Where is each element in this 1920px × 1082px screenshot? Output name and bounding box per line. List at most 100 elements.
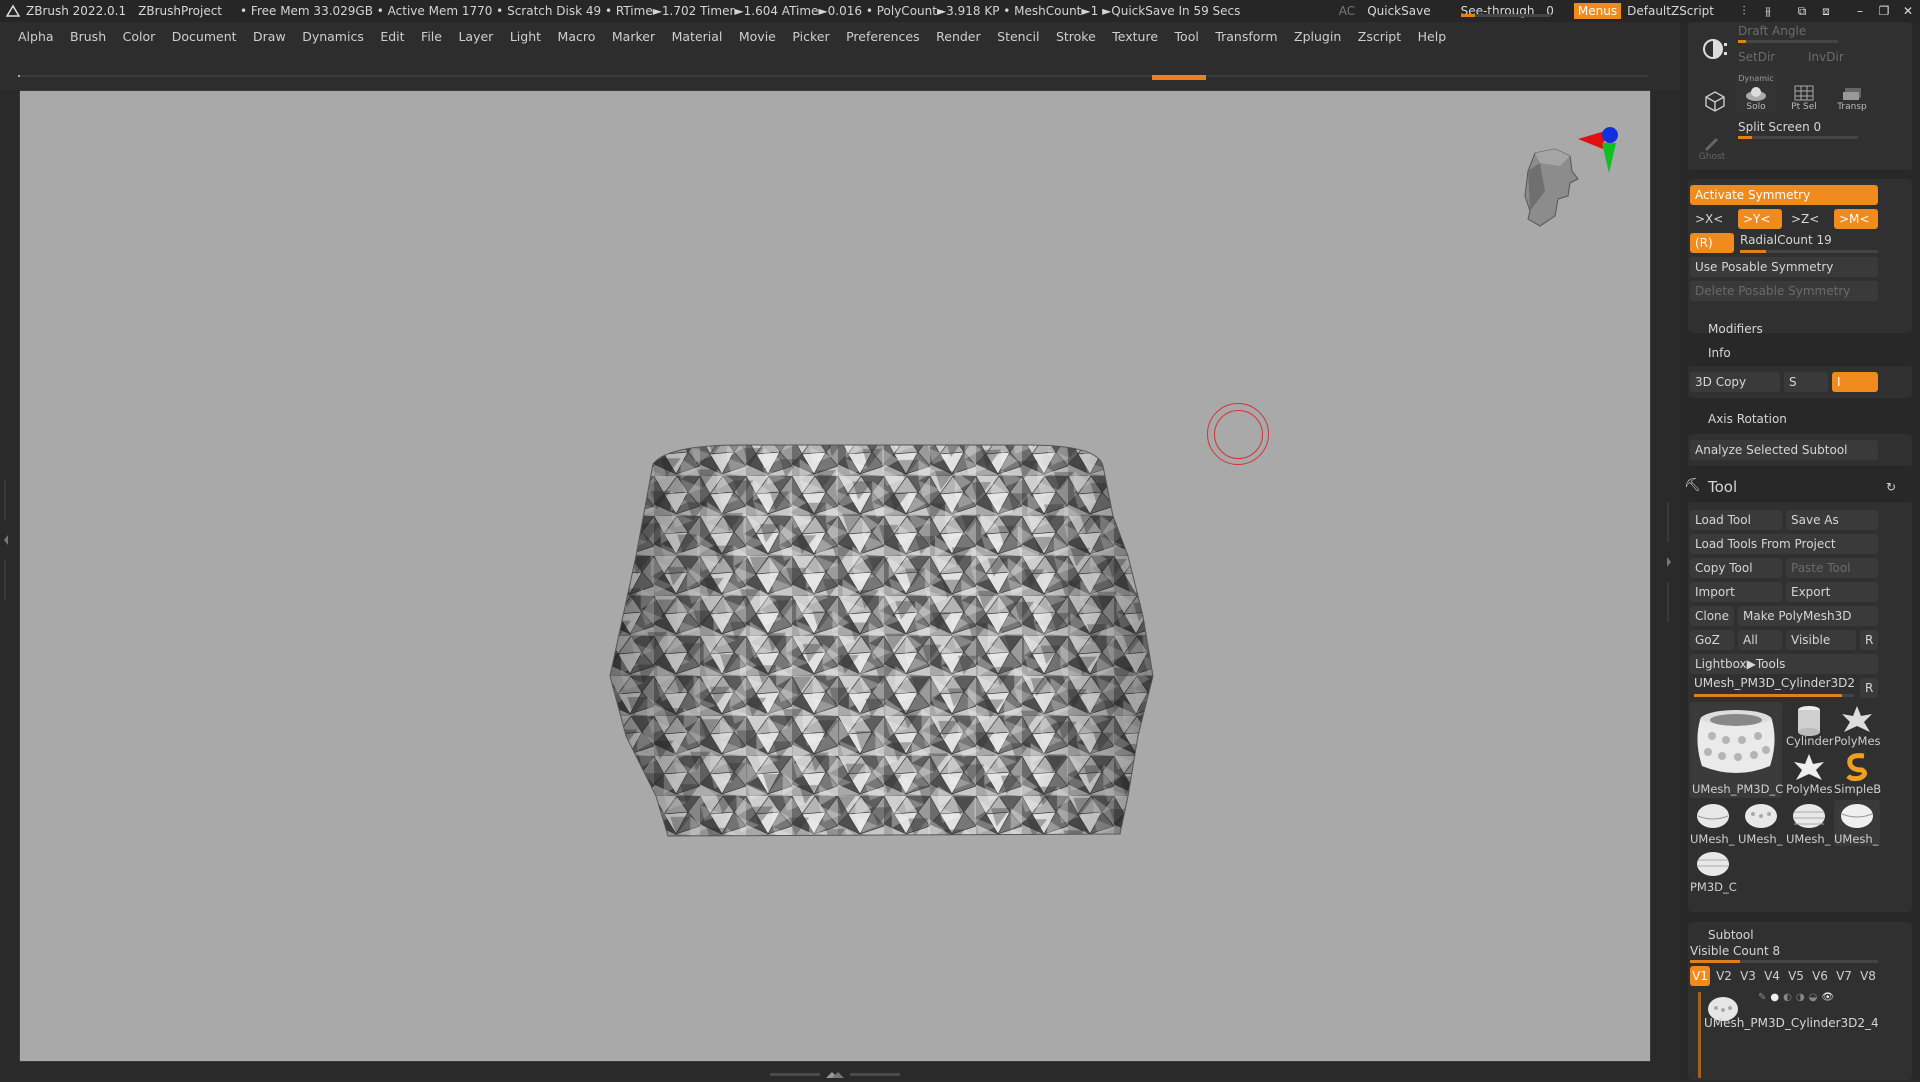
tab-v5[interactable]: V5 (1786, 966, 1806, 986)
solo-button[interactable]: Dynamic Solo (1736, 72, 1776, 112)
load-tool-button[interactable]: Load Tool (1690, 510, 1782, 530)
bottom-tray-handle[interactable] (770, 1068, 900, 1078)
info-header[interactable]: Info (1708, 346, 1731, 360)
split-screen-slider[interactable] (1738, 136, 1858, 139)
timeline-marker[interactable] (1152, 75, 1206, 80)
goz-button[interactable]: GoZ (1690, 630, 1734, 650)
visible-count-label[interactable]: Visible Count 8 (1690, 944, 1780, 958)
menu-draw[interactable]: Draw (253, 29, 286, 44)
close-icon[interactable]: ✕ (1896, 4, 1920, 18)
analyze-subtool-button[interactable]: Analyze Selected Subtool (1690, 440, 1878, 460)
dot-icon[interactable]: ◑ (1796, 992, 1809, 1003)
menu-texture[interactable]: Texture (1112, 29, 1158, 44)
tool-thumb-umesh3[interactable]: UMesh_ (1786, 800, 1832, 846)
make-polymesh-button[interactable]: Make PolyMesh3D (1738, 606, 1878, 626)
menu-dynamics[interactable]: Dynamics (302, 29, 364, 44)
tool-thumb-polymesh2[interactable]: PolyMes (1786, 750, 1833, 796)
tool-reset-icon[interactable]: ↻ (1886, 480, 1896, 494)
radial-count-slider[interactable] (1740, 250, 1878, 253)
menu-zscript[interactable]: Zscript (1358, 29, 1401, 44)
menus-button[interactable]: Menus (1573, 3, 1622, 19)
menu-transform[interactable]: Transform (1215, 29, 1277, 44)
goz-visible-button[interactable]: Visible (1786, 630, 1856, 650)
tool-thumb-main[interactable]: UMesh_PM3D_C (1690, 702, 1783, 798)
radial-count-label[interactable]: RadialCount 19 (1740, 233, 1832, 247)
minimize-icon[interactable]: – (1848, 4, 1872, 18)
3d-copy-button[interactable]: 3D Copy (1690, 372, 1780, 392)
tool-thumb-simpleb[interactable]: SimpleB (1834, 750, 1881, 796)
save-as-button[interactable]: Save As (1786, 510, 1878, 530)
menu-file[interactable]: File (421, 29, 442, 44)
visible-count-slider[interactable] (1690, 960, 1878, 963)
tool-thumb-umesh2[interactable]: UMesh_ (1738, 800, 1784, 846)
maximize-icon[interactable]: ❐ (1872, 4, 1896, 18)
use-posable-symmetry-button[interactable]: Use Posable Symmetry (1690, 257, 1878, 277)
split-screen-label[interactable]: Split Screen 0 (1738, 120, 1821, 134)
canvas-viewport[interactable] (19, 90, 1651, 1062)
menu-zplugin[interactable]: Zplugin (1294, 29, 1341, 44)
current-tool-r-button[interactable]: R (1860, 678, 1878, 698)
restore-icon[interactable]: ⧉ (1790, 4, 1814, 19)
contrast-icon[interactable] (1700, 30, 1730, 60)
goz-all-button[interactable]: All (1738, 630, 1782, 650)
tool-thumb-pm3d[interactable]: PM3D_C (1690, 848, 1737, 894)
menu-alpha[interactable]: Alpha (18, 29, 54, 44)
menu-preferences[interactable]: Preferences (846, 29, 920, 44)
ptsel-button[interactable]: Pt Sel (1784, 80, 1824, 112)
activate-symmetry-button[interactable]: Activate Symmetry (1690, 185, 1878, 205)
mesh-model[interactable] (608, 436, 1178, 849)
draft-angle-slider[interactable] (1738, 40, 1838, 43)
tool-thumb-umesh4[interactable]: UMesh_ (1834, 800, 1880, 846)
export-button[interactable]: Export (1786, 582, 1878, 602)
tab-v1[interactable]: V1 (1690, 966, 1710, 986)
menu-tool[interactable]: Tool (1175, 29, 1199, 44)
menu-color[interactable]: Color (123, 29, 156, 44)
tab-v4[interactable]: V4 (1762, 966, 1782, 986)
window-icon[interactable]: ⧈ (1814, 4, 1838, 19)
menu-layer[interactable]: Layer (458, 29, 493, 44)
modifiers-header[interactable]: Modifiers (1708, 322, 1763, 336)
polyframe-icon[interactable]: ● (1770, 992, 1783, 1003)
tab-v8[interactable]: V8 (1858, 966, 1878, 986)
ghost-button[interactable]: Ghost (1694, 126, 1730, 162)
goz-r-button[interactable]: R (1860, 630, 1878, 650)
timeline-track[interactable] (18, 75, 1648, 77)
tool-panel-title[interactable]: Tool (1708, 478, 1737, 496)
current-tool-name[interactable]: UMesh_PM3D_Cylinder3D2_4 (1694, 676, 1854, 690)
tab-v7[interactable]: V7 (1834, 966, 1854, 986)
m-axis-button[interactable]: >M< (1834, 209, 1878, 229)
menu-brush[interactable]: Brush (70, 29, 106, 44)
load-tools-from-project-button[interactable]: Load Tools From Project (1690, 534, 1878, 554)
cube-icon[interactable] (1700, 82, 1730, 112)
x-axis-button[interactable]: >X< (1690, 209, 1734, 229)
clone-button[interactable]: Clone (1690, 606, 1734, 626)
lightbox-tools-button[interactable]: Lightbox▶Tools (1690, 654, 1878, 674)
layout2-icon[interactable]: ⫵ (1756, 4, 1780, 19)
right-tray-handle[interactable] (1666, 502, 1672, 642)
menu-light[interactable]: Light (510, 29, 541, 44)
transp-button[interactable]: Transp (1832, 80, 1872, 112)
tool-thumb-polymesh1[interactable]: PolyMes (1834, 702, 1881, 748)
copy-tool-button[interactable]: Copy Tool (1690, 558, 1782, 578)
menu-movie[interactable]: Movie (739, 29, 776, 44)
see-through-slider[interactable]: See-through 0 (1453, 4, 1562, 18)
invdir-button[interactable]: InvDir (1808, 50, 1844, 64)
menu-marker[interactable]: Marker (612, 29, 655, 44)
eye-icon[interactable]: 👁 (1821, 992, 1838, 1003)
brush-mode-icon[interactable]: ✎ (1758, 992, 1770, 1003)
quicksave-button[interactable]: QuickSave (1367, 4, 1430, 18)
setdir-button[interactable]: SetDir (1738, 50, 1775, 64)
y-axis-button[interactable]: >Y< (1738, 209, 1782, 229)
tab-v3[interactable]: V3 (1738, 966, 1758, 986)
layout-icon[interactable]: ⫶ (1732, 4, 1756, 19)
tab-v6[interactable]: V6 (1810, 966, 1830, 986)
z-axis-button[interactable]: >Z< (1786, 209, 1830, 229)
menu-stencil[interactable]: Stencil (997, 29, 1039, 44)
subtool-list-scrollbar[interactable] (1698, 992, 1701, 1078)
tab-v2[interactable]: V2 (1714, 966, 1734, 986)
lock-icon[interactable]: ◒ (1809, 992, 1822, 1003)
copy-s-button[interactable]: S (1784, 372, 1828, 392)
subtool-title[interactable]: Subtool (1708, 928, 1754, 942)
tool-thumb-umesh1[interactable]: UMesh_ (1690, 800, 1736, 846)
menu-macro[interactable]: Macro (558, 29, 596, 44)
